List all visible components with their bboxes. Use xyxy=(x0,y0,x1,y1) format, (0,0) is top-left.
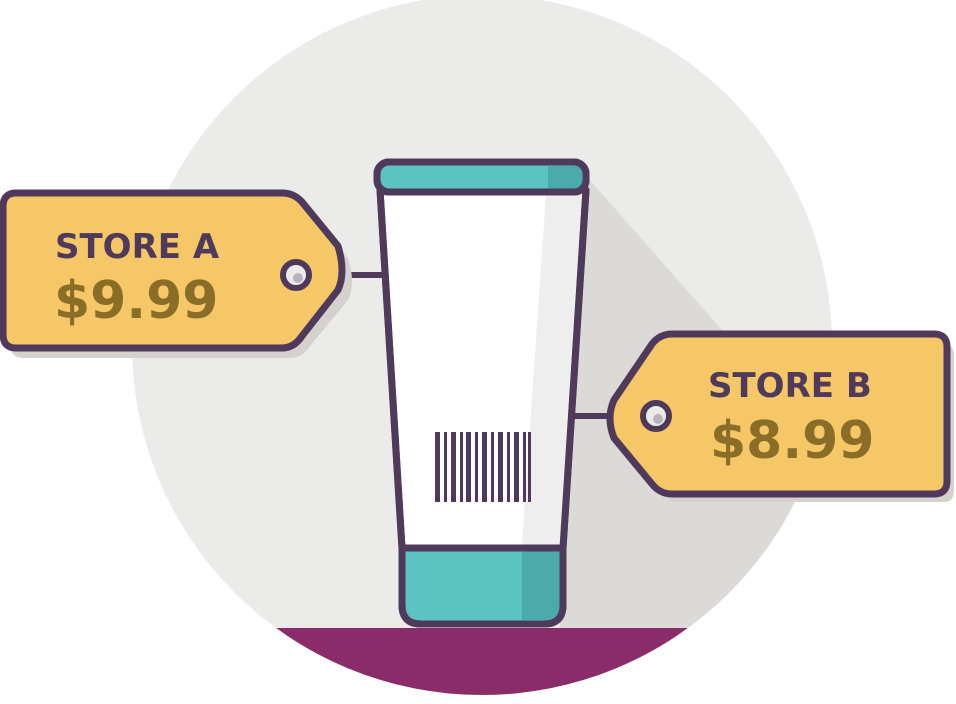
tag-a-price: $9.99 xyxy=(54,271,218,331)
price-tag-store-a: STORE A $9.99 xyxy=(0,189,352,358)
lotion-tube-icon xyxy=(373,158,590,628)
ground-band xyxy=(132,628,832,695)
tag-b-price: $8.99 xyxy=(710,411,874,471)
price-tag-store-b: STORE B $8.99 xyxy=(606,330,954,502)
tag-a-store-label: STORE A xyxy=(55,227,220,267)
illustration-canvas: STORE A $9.99 STORE B $8.99 xyxy=(0,0,954,695)
tag-b-store-label: STORE B xyxy=(708,366,872,406)
price-comparison-illustration: STORE A $9.99 STORE B $8.99 xyxy=(0,0,956,700)
